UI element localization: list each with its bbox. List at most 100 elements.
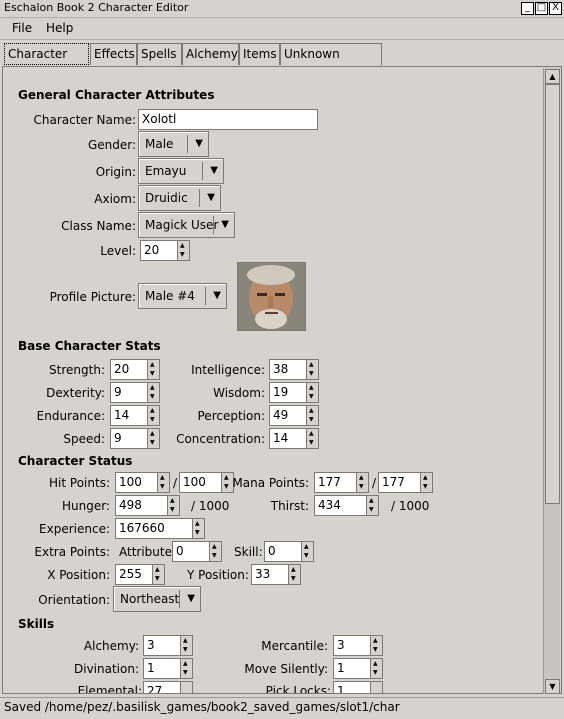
hunger-spinner[interactable]: 498 ▲ ▼ [115, 495, 180, 516]
endurance-spinner[interactable]: 14 ▲ ▼ [110, 405, 160, 426]
spin-up-icon[interactable]: ▲ [309, 431, 314, 437]
spin-down-icon[interactable]: ▼ [155, 576, 160, 582]
scroll-up-icon[interactable]: ▲ [545, 69, 560, 84]
y-position-spinner[interactable]: 33 ▲ ▼ [251, 564, 301, 585]
spin-up-icon[interactable]: ▲ [291, 567, 296, 573]
spin-down-icon[interactable]: ▼ [309, 417, 314, 423]
spin-down-icon[interactable]: ▼ [170, 507, 175, 513]
wisdom-spinner[interactable]: 19 ▲ ▼ [269, 382, 319, 403]
spin-up-icon[interactable]: ▲ [183, 661, 188, 667]
spin-up-icon[interactable]: ▲ [183, 638, 188, 644]
spin-down-icon[interactable]: ▼ [291, 576, 296, 582]
orientation-select[interactable]: Northeast ▼ [113, 586, 201, 612]
thirst-spinner[interactable]: 434 ▲ ▼ [314, 495, 379, 516]
spin-down-icon[interactable]: ▼ [373, 670, 378, 676]
concentration-spinner[interactable]: 14 ▲ ▼ [269, 428, 319, 449]
spin-down-icon[interactable]: ▼ [309, 394, 314, 400]
spin-down-icon[interactable]: ▼ [309, 440, 314, 446]
speed-value: 9 [114, 431, 122, 445]
minimize-button[interactable]: _ [521, 2, 534, 15]
speed-spinner[interactable]: 9 ▲ ▼ [110, 428, 160, 449]
spin-up-icon[interactable]: ▲ [309, 408, 314, 414]
tab-items[interactable]: Items [239, 43, 280, 65]
mercantile-spinner[interactable]: 3 ▲ ▼ [333, 635, 383, 656]
spin-up-icon[interactable]: ▲ [212, 544, 217, 550]
mana-points-current-spinner[interactable]: 177 ▲ ▼ [314, 472, 369, 493]
mana-points-max-spinner[interactable]: 177 ▲ ▼ [378, 472, 433, 493]
hit-points-max-spinner[interactable]: 100 ▲ ▼ [179, 472, 234, 493]
spin-up-icon[interactable]: ▲ [195, 521, 200, 527]
spin-down-icon[interactable]: ▼ [369, 507, 374, 513]
spin-down-icon[interactable]: ▼ [195, 530, 200, 536]
class-name-select[interactable]: Magick User ▼ [138, 212, 235, 238]
spin-up-icon[interactable]: ▲ [309, 362, 314, 368]
spin-down-icon[interactable]: ▼ [183, 670, 188, 676]
spin-up-icon[interactable]: ▲ [309, 385, 314, 391]
spin-up-icon[interactable]: ▲ [150, 362, 155, 368]
profile-picture-select[interactable]: Male #4 ▼ [138, 283, 227, 309]
spin-up-icon[interactable]: ▲ [155, 567, 160, 573]
axiom-select[interactable]: Druidic ▼ [138, 185, 221, 211]
spin-down-icon[interactable]: ▼ [180, 252, 185, 258]
menu-file[interactable]: File [12, 21, 32, 35]
spin-down-icon[interactable]: ▼ [150, 417, 155, 423]
hit-points-current-spinner[interactable]: 100 ▲ ▼ [115, 472, 170, 493]
spin-down-icon[interactable]: ▼ [304, 553, 309, 559]
skill-points-spinner[interactable]: 0 ▲ ▼ [264, 541, 314, 562]
mana-points-label: Mana Points: [232, 476, 309, 490]
spin-down-icon[interactable]: ▼ [150, 371, 155, 377]
divination-spinner[interactable]: 1 ▲ ▼ [143, 658, 193, 679]
character-name-input[interactable]: Xolotl [138, 109, 318, 130]
spin-down-icon[interactable]: ▼ [160, 484, 165, 490]
scrollbar-thumb[interactable] [545, 84, 560, 504]
spin-up-icon[interactable]: ▲ [369, 498, 374, 504]
vertical-scrollbar[interactable]: ▲ ▼ [543, 68, 560, 694]
spin-down-icon[interactable]: ▼ [373, 647, 378, 653]
perception-spinner[interactable]: 49 ▲ ▼ [269, 405, 319, 426]
tab-character-info[interactable]: Character Info [4, 43, 89, 82]
spin-up-icon[interactable]: ▲ [160, 475, 165, 481]
origin-select[interactable]: Emayu ▼ [138, 158, 224, 184]
level-spinner[interactable]: 20 ▲ ▼ [140, 240, 190, 261]
spin-up-icon[interactable]: ▲ [373, 638, 378, 644]
experience-spinner[interactable]: 167660 ▲ ▼ [115, 518, 205, 539]
spin-down-icon[interactable]: ▼ [183, 647, 188, 653]
tab-unknown-values[interactable]: Unknown Values [280, 43, 382, 82]
scroll-down-icon[interactable]: ▼ [545, 679, 560, 694]
spin-up-icon[interactable]: ▲ [373, 661, 378, 667]
spin-down-icon[interactable]: ▼ [423, 484, 428, 490]
spin-down-icon[interactable]: ▼ [224, 484, 229, 490]
close-button[interactable]: X [549, 2, 562, 15]
maximize-button[interactable]: □ [535, 2, 548, 15]
spin-down-icon[interactable]: ▼ [359, 484, 364, 490]
spin-up-icon[interactable]: ▲ [170, 498, 175, 504]
spin-up-icon[interactable]: ▲ [180, 243, 185, 249]
spin-down-icon[interactable]: ▼ [150, 440, 155, 446]
attribute-points-spinner[interactable]: 0 ▲ ▼ [172, 541, 222, 562]
menu-help[interactable]: Help [46, 21, 73, 35]
gender-select[interactable]: Male ▼ [138, 131, 209, 157]
spin-down-icon[interactable]: ▼ [212, 553, 217, 559]
spin-up-icon[interactable]: ▲ [304, 544, 309, 550]
spin-up-icon[interactable]: ▲ [423, 475, 428, 481]
elemental-spinner[interactable]: 27 [143, 681, 193, 693]
tab-effects[interactable]: Effects [90, 43, 137, 65]
move-silently-spinner[interactable]: 1 ▲ ▼ [333, 658, 383, 679]
spin-up-icon[interactable]: ▲ [359, 475, 364, 481]
spin-down-icon[interactable]: ▼ [150, 394, 155, 400]
strength-spinner[interactable]: 20 ▲ ▼ [110, 359, 160, 380]
spin-up-icon[interactable]: ▲ [150, 408, 155, 414]
alchemy-spinner[interactable]: 3 ▲ ▼ [143, 635, 193, 656]
dexterity-spinner[interactable]: 9 ▲ ▼ [110, 382, 160, 403]
spin-up-icon[interactable]: ▲ [224, 475, 229, 481]
spin-up-icon[interactable]: ▲ [150, 385, 155, 391]
x-position-spinner[interactable]: 255 ▲ ▼ [115, 564, 165, 585]
class-name-value: Magick User [145, 218, 219, 232]
move-silently-value: 1 [337, 661, 345, 675]
tab-alchemy[interactable]: Alchemy [182, 43, 239, 65]
spin-up-icon[interactable]: ▲ [150, 431, 155, 437]
pick-locks-spinner[interactable]: 1 [333, 681, 383, 693]
spin-down-icon[interactable]: ▼ [309, 371, 314, 377]
tab-spells[interactable]: Spells [137, 43, 182, 65]
intelligence-spinner[interactable]: 38 ▲ ▼ [269, 359, 319, 380]
